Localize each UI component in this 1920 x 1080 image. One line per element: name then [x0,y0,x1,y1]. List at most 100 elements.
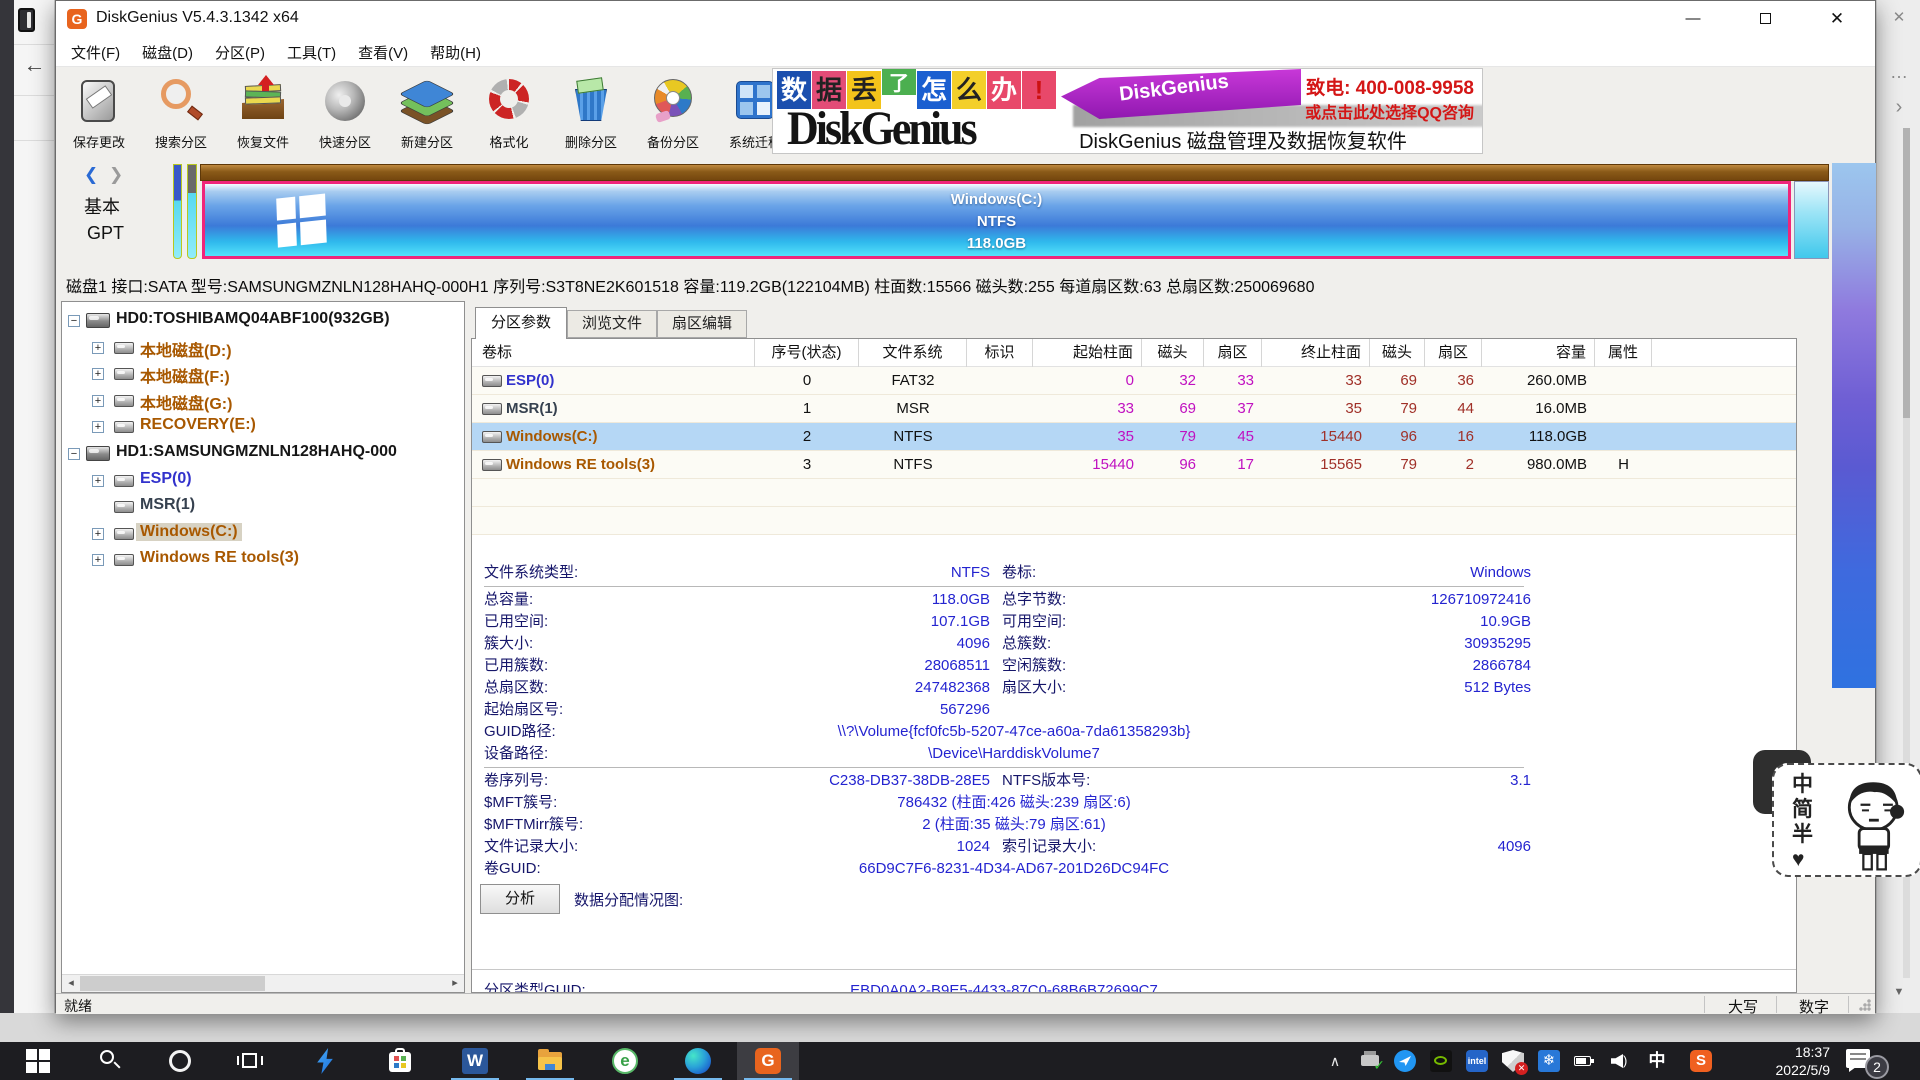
tree-expander-icon[interactable]: − [68,448,80,460]
ime-status-widget[interactable]: 中 简 半 ♥ [1772,763,1920,877]
tree-expander-icon[interactable]: + [92,554,104,566]
tree-item-3[interactable]: +本地磁盘(G:) [62,387,464,414]
tray-bluebird[interactable] [1388,1042,1422,1080]
tree-item-2[interactable]: +本地磁盘(F:) [62,360,464,387]
scroll-left-icon[interactable]: ◂ [62,975,80,992]
tray-defender[interactable]: ✕ [1496,1042,1530,1080]
column-header-6[interactable]: 扇区 [1204,339,1262,367]
background-scrollbar-thumb[interactable] [1903,128,1910,418]
taskbar-clock[interactable]: 18:37 2022/5/9 [1724,1042,1830,1080]
taskbar-app-word[interactable]: W [444,1042,506,1080]
background-down-arrow-icon[interactable]: ▼ [1877,986,1920,998]
tray-snowflake[interactable]: ❄ [1532,1042,1566,1080]
partition-block-msr[interactable] [187,164,197,259]
background-close-icon[interactable]: ✕ [1877,8,1920,26]
tree-expander-icon[interactable]: + [92,342,104,354]
taskbar-app-cortana[interactable] [149,1042,211,1080]
taskbar-app-search[interactable] [79,1042,141,1080]
partition-block-windows-c[interactable]: Windows(C:) NTFS 118.0GB [202,181,1791,259]
menu-item-2[interactable]: 分区(P) [204,37,276,68]
column-header-9[interactable]: 扇区 [1425,339,1482,367]
tree-item-0[interactable]: −HD0:TOSHIBAMQ04ABF100(932GB) [62,307,464,334]
toolbar-button-save[interactable]: 保存更改 [58,69,140,157]
tree-expander-icon[interactable]: + [92,421,104,433]
banner-ad[interactable]: 数据丢了怎么办! DiskGenius DiskGenius 致电: 400-0… [772,68,1483,154]
tray-volume[interactable]: ) [1604,1042,1638,1080]
tray-sogou[interactable]: S [1684,1042,1718,1080]
column-header-2[interactable]: 文件系统 [859,339,967,367]
menu-item-4[interactable]: 查看(V) [347,37,419,68]
tree-expander-icon[interactable]: + [92,368,104,380]
column-header-4[interactable]: 起始柱面 [1033,339,1142,367]
table-row-3[interactable]: Windows RE tools(3)3NTFS1544096171556579… [472,451,1797,479]
prev-disk-icon[interactable]: ❮ [84,165,98,184]
tree-item-6[interactable]: +ESP(0) [62,467,464,494]
tab-partition-params[interactable]: 分区参数 [475,307,567,339]
menu-item-1[interactable]: 磁盘(D) [131,37,204,68]
column-header-7[interactable]: 终止柱面 [1262,339,1370,367]
toolbar-button-search-partition[interactable]: 搜索分区 [140,69,222,157]
tree-item-5[interactable]: −HD1:SAMSUNGMZNLN128HAHQ-000 [62,440,464,467]
tray-ime-language[interactable]: 中 [1640,1042,1674,1080]
column-header-8[interactable]: 磁头 [1370,339,1425,367]
taskbar-app-diskgenius[interactable]: G [737,1042,799,1080]
tab-browse-files[interactable]: 浏览文件 [567,310,657,338]
column-header-0[interactable]: 卷标 [472,339,755,367]
close-button[interactable]: ✕ [1814,1,1860,37]
menu-item-5[interactable]: 帮助(H) [419,37,492,68]
tree-expander-icon[interactable]: − [68,315,80,327]
background-chevron-icon[interactable]: › [1877,96,1920,119]
tray-nvidia[interactable] [1424,1042,1458,1080]
taskbar-app-browser-360[interactable]: e [594,1042,656,1080]
tab-sector-edit[interactable]: 扇区编辑 [657,310,747,338]
toolbar-button-quick-partition[interactable]: 快速分区 [304,69,386,157]
tree-item-9[interactable]: +Windows RE tools(3) [62,546,464,573]
back-arrow-icon[interactable]: ← [14,52,55,78]
table-row-1[interactable]: MSR(1)1MSR33693735794416.0MB [472,395,1797,423]
column-header-3[interactable]: 标识 [967,339,1033,367]
background-more-icon[interactable]: … [1877,62,1920,83]
partition-block-esp[interactable] [173,164,182,259]
tree-item-4[interactable]: +RECOVERY(E:) [62,413,464,440]
toolbar-button-new-partition[interactable]: 新建分区 [386,69,468,157]
tray-printer[interactable]: ✓ [1354,1042,1388,1080]
tree-expander-icon[interactable]: + [92,475,104,487]
taskbar-app-task-view[interactable] [219,1042,281,1080]
column-header-1[interactable]: 序号(状态) [755,339,859,367]
taskbar-app-start[interactable] [7,1042,69,1080]
taskbar-app-edge[interactable] [667,1042,729,1080]
resize-grip[interactable] [1858,998,1872,1012]
menu-item-3[interactable]: 工具(T) [276,37,347,68]
analyze-button[interactable]: 分析 [480,884,560,914]
scroll-right-icon[interactable]: ▸ [446,975,464,992]
tree-expander-icon[interactable]: + [92,528,104,540]
partition-block-winre[interactable] [1794,181,1829,259]
toolbar-button-recover-files[interactable]: 恢复文件 [222,69,304,157]
column-header-11[interactable]: 属性 [1595,339,1652,367]
taskbar-app-file-explorer[interactable] [519,1042,581,1080]
tree-horizontal-scrollbar[interactable]: ◂ ▸ [62,974,464,992]
menu-item-0[interactable]: 文件(F) [60,37,131,68]
tree-expander-icon[interactable]: + [92,395,104,407]
table-row-0[interactable]: ESP(0)0FAT3203233336936260.0MB [472,367,1797,395]
taskbar-app-store[interactable] [369,1042,431,1080]
taskbar-app-flash[interactable] [294,1042,356,1080]
tray-intel[interactable]: intel [1460,1042,1494,1080]
toolbar-button-backup-partition[interactable]: 备份分区 [632,69,714,157]
column-header-10[interactable]: 容量 [1482,339,1595,367]
maximize-button[interactable] [1742,1,1788,37]
table-row-2[interactable]: Windows(C:)2NTFS357945154409616118.0GB [472,423,1797,451]
toolbar-button-delete-partition[interactable]: 删除分区 [550,69,632,157]
tray-tray-chevron-up[interactable]: ∧ [1318,1042,1352,1080]
tree-item-7[interactable]: MSR(1) [62,493,464,520]
detail-value: 10.9GB [1480,611,1531,633]
toolbar-button-format[interactable]: 格式化 [468,69,550,157]
tray-battery[interactable] [1568,1042,1602,1080]
scrollbar-thumb[interactable] [80,976,265,991]
tree-item-8[interactable]: +Windows(C:) [62,520,464,547]
column-header-5[interactable]: 磁头 [1142,339,1204,367]
banner-qq-link[interactable]: 或点击此处选择QQ咨询 [1305,99,1474,123]
minimize-button[interactable]: — [1670,1,1716,37]
tree-item-1[interactable]: +本地磁盘(D:) [62,334,464,361]
next-disk-icon[interactable]: ❯ [109,165,123,184]
